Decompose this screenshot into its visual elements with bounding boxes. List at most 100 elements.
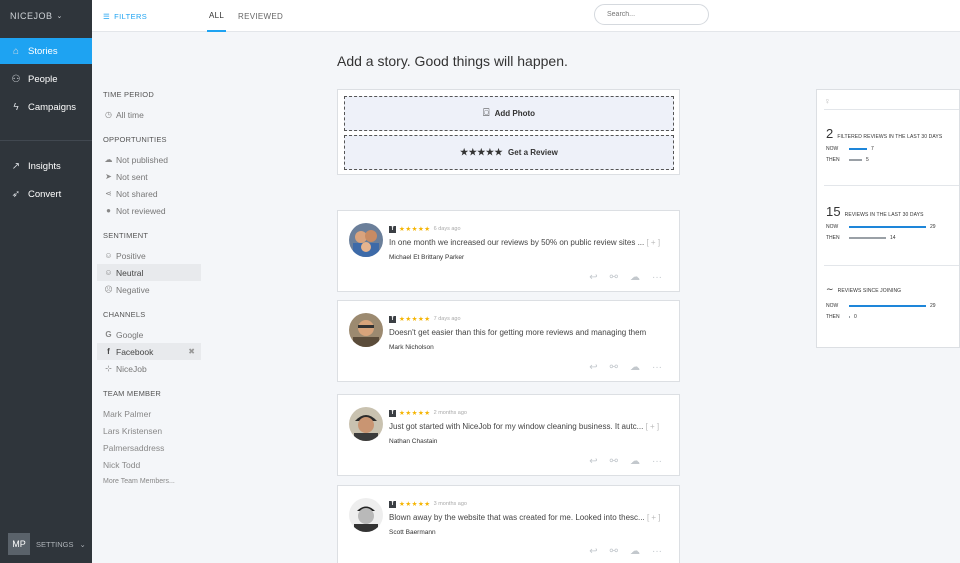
filter-not-published[interactable]: ☁ Not published <box>103 151 201 168</box>
settings-menu[interactable]: MP SETTINGS ⌄ <box>8 533 86 555</box>
nicejob-icon: ⊹ <box>105 364 112 373</box>
now-bar <box>849 148 867 150</box>
review-card[interactable]: f ★★★★★ 7 days ago Doesn't get easier th… <box>337 300 680 382</box>
reply-icon[interactable]: ↩ <box>589 272 597 283</box>
camera-icon: ⌼ <box>482 107 490 119</box>
filter-facebook[interactable]: f Facebook ✖ <box>97 343 201 360</box>
neutral-face-icon: ☺ <box>104 268 113 277</box>
trend-icon: ↗ <box>11 160 21 172</box>
share-icon[interactable]: ⚯ <box>610 456 618 467</box>
share-icon[interactable]: ⚯ <box>610 272 618 283</box>
reply-icon[interactable]: ↩ <box>589 362 597 373</box>
team-member-item[interactable]: Lars Kristensen <box>103 422 201 439</box>
facebook-icon: f <box>389 500 396 508</box>
facebook-icon: f <box>389 225 396 233</box>
sidebar: NICEJOB ⌄ ⌂ Stories ⚇ People ϟ Campaigns… <box>0 0 92 563</box>
filter-label: Not shared <box>116 188 158 199</box>
more-options-icon[interactable]: ··· <box>652 546 662 557</box>
review-text: Blown away by the website that was creat… <box>389 513 661 522</box>
cloud-upload-icon[interactable]: ☁ <box>630 456 640 467</box>
filter-not-sent[interactable]: ➤ Not sent <box>103 168 201 185</box>
sidebar-item-convert[interactable]: ➶ Convert <box>0 181 92 207</box>
team-member-item[interactable]: Nick Todd <box>103 456 201 473</box>
review-text-content: Just got started with NiceJob for my win… <box>389 422 644 431</box>
filter-label: Positive <box>116 250 146 261</box>
sidebar-item-stories[interactable]: ⌂ Stories <box>0 38 92 64</box>
filter-not-reviewed[interactable]: ● Not reviewed <box>103 202 201 219</box>
filter-positive[interactable]: ☺ Positive <box>103 247 201 264</box>
cloud-upload-icon[interactable]: ☁ <box>630 546 640 557</box>
sidebar-item-label: Campaigns <box>28 101 77 113</box>
comment-icon: ● <box>106 206 111 215</box>
remove-filter-icon[interactable]: ✖ <box>188 347 195 356</box>
brand-menu[interactable]: NICEJOB ⌄ <box>0 0 92 32</box>
now-value: 29 <box>930 224 936 230</box>
more-options-icon[interactable]: ··· <box>652 456 662 467</box>
now-value: 29 <box>930 303 936 309</box>
add-photo-button[interactable]: ⌼ Add Photo <box>344 96 674 131</box>
facebook-icon: f <box>107 347 110 356</box>
then-value: 0 <box>854 314 857 320</box>
filter-negative[interactable]: ☹ Negative <box>103 281 201 298</box>
reviewer-photo <box>349 407 383 441</box>
reviewer-name: Michael Et Brittany Parker <box>389 254 465 261</box>
lightbulb-icon: ♀ <box>824 96 831 106</box>
more-options-icon[interactable]: ··· <box>652 362 662 373</box>
filter-label: All time <box>116 109 144 120</box>
review-card[interactable]: f ★★★★★ 2 months ago Just got started wi… <box>337 394 680 476</box>
filter-not-shared[interactable]: ⋖ Not shared <box>103 185 201 202</box>
rating-stars: ★★★★★ <box>399 316 431 323</box>
team-member-item[interactable]: Palmersaddress <box>103 439 201 456</box>
expand-review-link[interactable]: [ + ] <box>647 513 661 522</box>
review-time: 2 months ago <box>433 410 467 416</box>
stat-label: FILTERED REVIEWS IN THE LAST 30 DAYS <box>837 134 943 140</box>
stat-number: 2 <box>826 126 834 141</box>
sliders-icon: ☰ <box>103 11 111 21</box>
tab-label: ALL <box>209 10 225 20</box>
expand-review-link[interactable]: [ + ] <box>646 422 660 431</box>
then-value: 14 <box>890 235 896 241</box>
team-member-item[interactable]: Mark Palmer <box>103 405 201 422</box>
home-icon: ⌂ <box>12 45 20 57</box>
filter-panel: TIME PERIOD ◷ All time OPPORTUNITIES ☁ Not… <box>97 80 201 490</box>
share-icon[interactable]: ⚯ <box>610 362 618 373</box>
review-card[interactable]: f ★★★★★ 3 months ago Blown away by the w… <box>337 485 680 563</box>
google-icon: G <box>105 330 112 339</box>
review-actions: ↩ ⚯ ☁ ··· <box>589 362 662 373</box>
filter-heading-channels: CHANNELS <box>103 310 146 319</box>
review-time: 7 days ago <box>433 316 461 322</box>
share-icon[interactable]: ⚯ <box>610 546 618 557</box>
sidebar-item-label: People <box>28 73 58 85</box>
more-team-members-link[interactable]: More Team Members... <box>103 473 201 490</box>
filters-toggle[interactable]: ☰ FILTERS <box>103 0 147 32</box>
search-input[interactable] <box>594 4 709 25</box>
tab-reviewed[interactable]: REVIEWED <box>238 0 283 32</box>
facebook-icon: f <box>389 409 396 417</box>
chevron-down-icon: ⌄ <box>79 539 86 549</box>
get-review-button[interactable]: ★★★★★ Get a Review <box>344 135 674 170</box>
person-icon: ⚇ <box>11 73 21 85</box>
stat-number: 15 <box>826 204 841 219</box>
filter-all-time[interactable]: ◷ All time <box>103 106 201 123</box>
expand-review-link[interactable]: [ + ] <box>646 238 660 247</box>
cloud-upload-icon[interactable]: ☁ <box>630 272 640 283</box>
cloud-upload-icon[interactable]: ☁ <box>630 362 640 373</box>
sidebar-item-campaigns[interactable]: ϟ Campaigns <box>0 94 92 120</box>
review-card[interactable]: f ★★★★★ 6 days ago In one month we incre… <box>337 210 680 292</box>
filter-neutral[interactable]: ☺ Neutral <box>97 264 201 281</box>
review-text-content: Blown away by the website that was creat… <box>389 513 645 522</box>
more-options-icon[interactable]: ··· <box>652 272 662 283</box>
share-icon: ⋖ <box>105 189 112 198</box>
now-label: NOW <box>826 224 839 230</box>
sidebar-item-insights[interactable]: ↗ Insights <box>0 153 92 179</box>
filter-nicejob[interactable]: ⊹ NiceJob <box>103 360 201 377</box>
reply-icon[interactable]: ↩ <box>589 456 597 467</box>
chevron-down-icon: ⌄ <box>56 13 63 20</box>
review-actions: ↩ ⚯ ☁ ··· <box>589 456 662 467</box>
filter-label: Neutral <box>116 267 144 278</box>
sidebar-item-people[interactable]: ⚇ People <box>0 66 92 92</box>
reply-icon[interactable]: ↩ <box>589 546 597 557</box>
tab-all[interactable]: ALL <box>207 0 227 32</box>
then-bar <box>849 159 862 161</box>
filter-google[interactable]: G Google <box>103 326 201 343</box>
